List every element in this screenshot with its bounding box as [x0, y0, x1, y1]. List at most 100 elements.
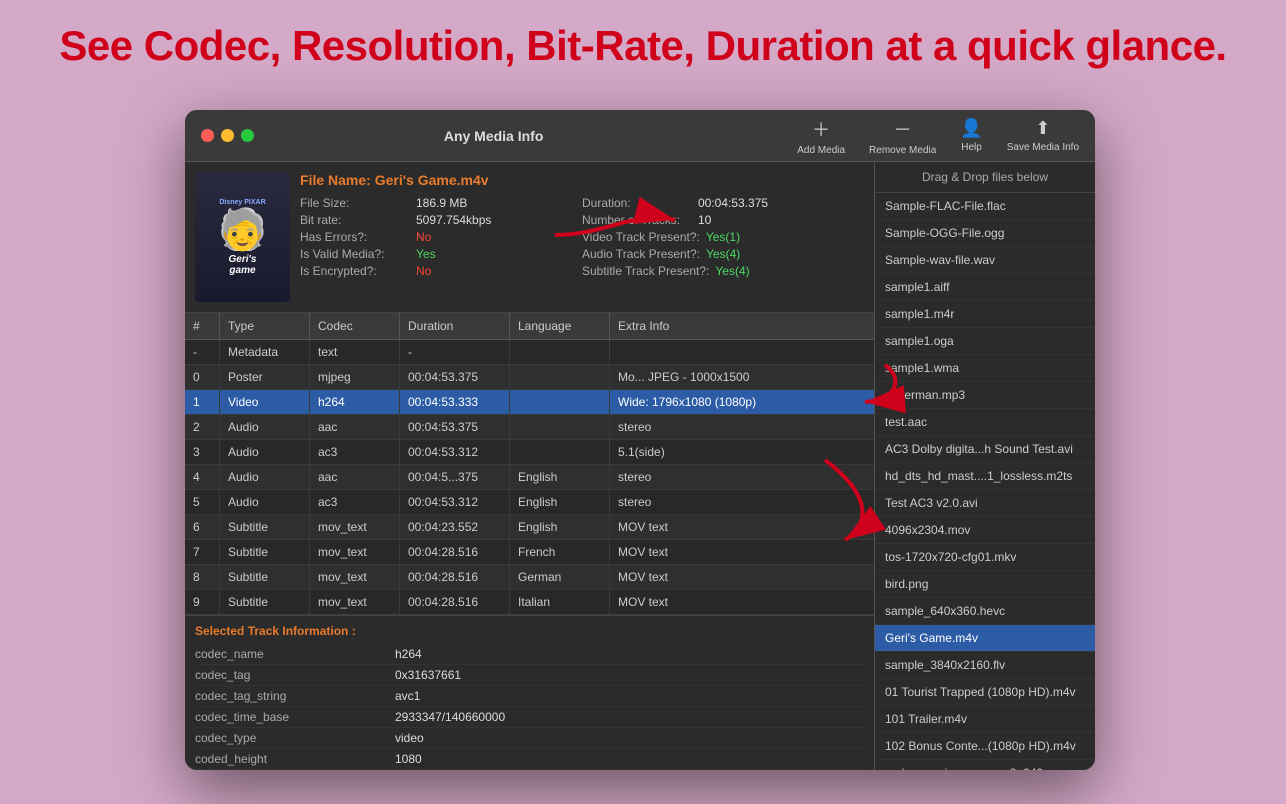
table-row[interactable]: 2 Audio aac 00:04:53.375 stereo — [185, 415, 874, 440]
table-row[interactable]: 5 Audio ac3 00:04:53.312 English stereo — [185, 490, 874, 515]
table-row[interactable]: 7 Subtitle mov_text 00:04:28.516 French … — [185, 540, 874, 565]
file-list-item[interactable]: sample1.aiff — [875, 274, 1095, 301]
audio-track-label: Audio Track Present?: — [582, 247, 700, 261]
table-row[interactable]: 9 Subtitle mov_text 00:04:28.516 Italian… — [185, 590, 874, 615]
audio-track-value: Yes(4) — [706, 247, 740, 261]
cell-language: English — [510, 465, 610, 489]
file-list-item[interactable]: Sample-FLAC-File.flac — [875, 193, 1095, 220]
file-list-item[interactable]: AC3 Dolby digita...h Sound Test.avi — [875, 436, 1095, 463]
file-list-item[interactable]: hd_dts_hd_mast....1_lossless.m2ts — [875, 463, 1095, 490]
cell-codec: mjpeg — [310, 365, 400, 389]
cell-num: 3 — [185, 440, 220, 464]
cell-extra: MOV text — [610, 590, 874, 614]
info-val: 0x31637661 — [395, 668, 461, 682]
file-list-item[interactable]: Geri's Game.m4v — [875, 625, 1095, 652]
cell-language — [510, 340, 610, 364]
info-row: codec_type video — [195, 728, 864, 749]
cell-type: Audio — [220, 415, 310, 439]
cell-num: 7 — [185, 540, 220, 564]
cell-extra: MOV text — [610, 515, 874, 539]
cell-extra: MOV text — [610, 540, 874, 564]
info-row: codec_time_base 2933347/140660000 — [195, 707, 864, 728]
cell-duration: 00:04:5...375 — [400, 465, 510, 489]
cell-extra: stereo — [610, 465, 874, 489]
movie-poster: Disney PIXAR 🧓 Geri'sgame — [195, 172, 290, 302]
save-media-button[interactable]: ⬆ Save Media Info — [1007, 118, 1079, 153]
file-list-item[interactable]: tos-1720x720-cfg01.mkv — [875, 544, 1095, 571]
cell-codec: mov_text — [310, 515, 400, 539]
app-title: Any Media Info — [190, 128, 797, 144]
is-valid-value: Yes — [416, 247, 436, 261]
table-body: - Metadata text - 0 Poster mjpeg 00:04:5… — [185, 340, 874, 615]
help-button[interactable]: 👤 Help — [960, 118, 982, 153]
num-tracks-label: Number of Tracks: — [582, 213, 692, 227]
file-list-item[interactable]: Test AC3 v2.0.avi — [875, 490, 1095, 517]
col-header-num: # — [185, 313, 220, 339]
cell-duration: 00:04:53.333 — [400, 390, 510, 414]
cell-type: Audio — [220, 490, 310, 514]
info-row: coded_height 1080 — [195, 749, 864, 770]
file-list-item[interactable]: bird.png — [875, 571, 1095, 598]
file-list-item[interactable]: sample_3840x2160.flv — [875, 652, 1095, 679]
table-row[interactable]: 8 Subtitle mov_text 00:04:28.516 German … — [185, 565, 874, 590]
remove-icon: － — [894, 116, 912, 142]
cell-duration: 00:04:53.375 — [400, 415, 510, 439]
file-list-item[interactable]: makeup_mjpeg_pcm_u8_240p.mov — [875, 760, 1095, 770]
cell-duration: 00:04:23.552 — [400, 515, 510, 539]
cell-language: German — [510, 565, 610, 589]
subtitle-track-value: Yes(4) — [715, 264, 749, 278]
file-list-item[interactable]: sample1.wma — [875, 355, 1095, 382]
file-list-item[interactable]: test.aac — [875, 409, 1095, 436]
file-list-item[interactable]: sample_640x360.hevc — [875, 598, 1095, 625]
file-list-item[interactable]: Sample-OGG-File.ogg — [875, 220, 1095, 247]
file-list-item[interactable]: Sample-wav-file.wav — [875, 247, 1095, 274]
cell-num: 2 — [185, 415, 220, 439]
file-list-item[interactable]: 102 Bonus Conte...(1080p HD).m4v — [875, 733, 1095, 760]
file-size-label: File Size: — [300, 196, 410, 210]
cell-type: Audio — [220, 465, 310, 489]
cell-duration: - — [400, 340, 510, 364]
table-row[interactable]: 0 Poster mjpeg 00:04:53.375 Mo... JPEG -… — [185, 365, 874, 390]
file-list-item[interactable]: sample1.oga — [875, 328, 1095, 355]
cell-type: Metadata — [220, 340, 310, 364]
cell-duration: 00:04:53.312 — [400, 440, 510, 464]
cell-extra: stereo — [610, 415, 874, 439]
cell-extra — [610, 340, 874, 364]
is-valid-label: Is Valid Media?: — [300, 247, 410, 261]
cell-codec: mov_text — [310, 540, 400, 564]
track-info-header: Selected Track Information : — [195, 624, 864, 638]
cell-codec: mov_text — [310, 590, 400, 614]
add-media-button[interactable]: ＋ Add Media — [797, 116, 845, 156]
info-row: codec_tag_string avc1 — [195, 686, 864, 707]
is-encrypted-value: No — [416, 264, 431, 278]
file-metadata: File Name: Geri's Game.m4v File Size: 18… — [300, 172, 864, 302]
info-val: 2933347/140660000 — [395, 710, 505, 724]
file-list-item[interactable]: 01 Tourist Trapped (1080p HD).m4v — [875, 679, 1095, 706]
table-row[interactable]: 3 Audio ac3 00:04:53.312 5.1(side) — [185, 440, 874, 465]
table-row[interactable]: 6 Subtitle mov_text 00:04:23.552 English… — [185, 515, 874, 540]
file-list-item[interactable]: superman.mp3 — [875, 382, 1095, 409]
info-val: video — [395, 731, 424, 745]
video-track-value: Yes(1) — [706, 230, 740, 244]
bit-rate-label: Bit rate: — [300, 213, 410, 227]
help-icon: 👤 — [960, 118, 982, 139]
cell-codec: text — [310, 340, 400, 364]
file-list-item[interactable]: sample1.m4r — [875, 301, 1095, 328]
info-key: codec_tag_string — [195, 689, 395, 703]
meta-col-left: File Size: 186.9 MB Bit rate: 5097.754kb… — [300, 196, 582, 278]
table-row[interactable]: 4 Audio aac 00:04:5...375 English stereo — [185, 465, 874, 490]
cell-type: Subtitle — [220, 590, 310, 614]
file-list-item[interactable]: 101 Trailer.m4v — [875, 706, 1095, 733]
cell-codec: ac3 — [310, 490, 400, 514]
cell-duration: 00:04:28.516 — [400, 540, 510, 564]
app-window: Any Media Info ＋ Add Media － Remove Medi… — [185, 110, 1095, 770]
cell-extra: Mo... JPEG - 1000x1500 — [610, 365, 874, 389]
has-errors-label: Has Errors?: — [300, 230, 410, 244]
file-list-item[interactable]: 4096x2304.mov — [875, 517, 1095, 544]
info-row: codec_name h264 — [195, 644, 864, 665]
table-row[interactable]: 1 Video h264 00:04:53.333 Wide: 1796x108… — [185, 390, 874, 415]
is-encrypted-label: Is Encrypted?: — [300, 264, 410, 278]
remove-media-button[interactable]: － Remove Media — [869, 116, 936, 156]
table-row[interactable]: - Metadata text - — [185, 340, 874, 365]
cell-type: Subtitle — [220, 540, 310, 564]
